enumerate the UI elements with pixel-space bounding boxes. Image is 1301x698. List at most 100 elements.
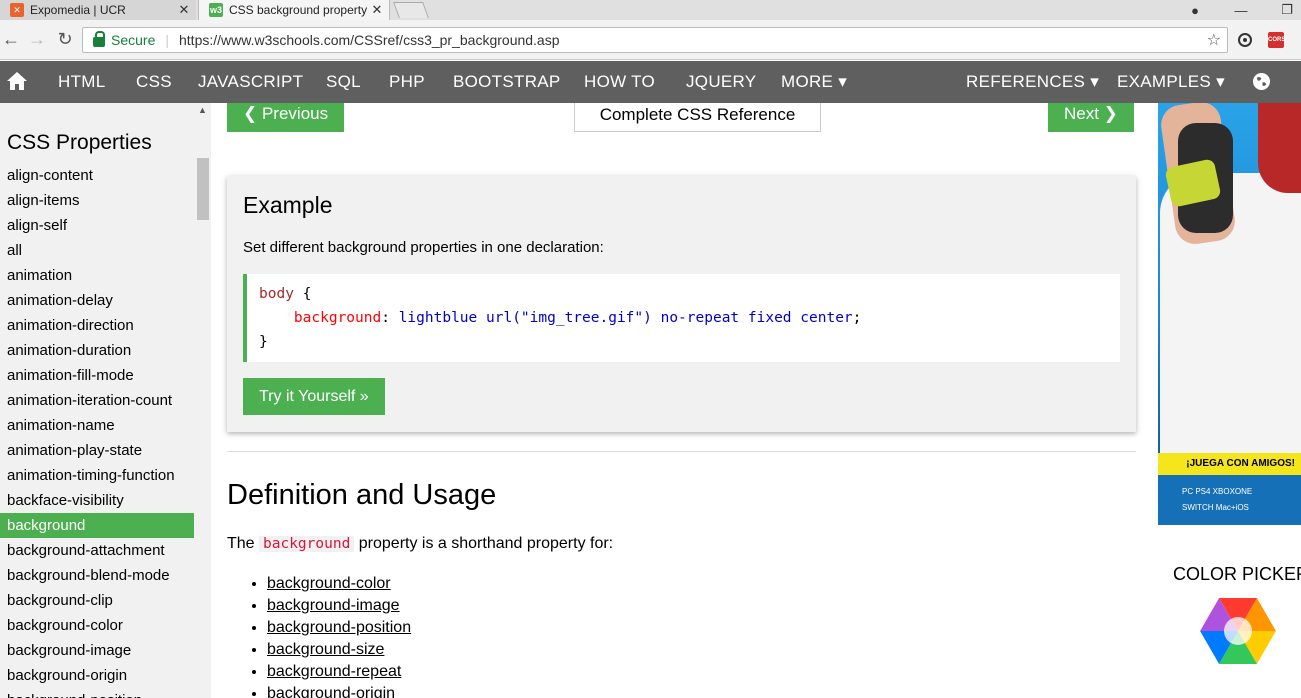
address-toolbar: ← → ↻ Secure | https://www.w3schools.com… [0, 20, 1301, 60]
sidebar-item[interactable]: align-items [0, 188, 194, 213]
definition-intro: The background property is a shorthand p… [227, 535, 613, 553]
secure-label: Secure [111, 32, 156, 48]
color-picker-title: COLOR PICKER [1173, 564, 1301, 584]
sidebar-item[interactable]: background-image [0, 638, 194, 663]
sidebar-scrollbar[interactable]: ▲ [195, 103, 211, 698]
sidebar: CSS Properties align-content align-items… [0, 103, 211, 698]
sidebar-item[interactable]: all [0, 238, 194, 263]
close-tab-icon[interactable]: ✕ [369, 2, 385, 18]
scroll-up-arrow-icon[interactable]: ▲ [198, 105, 207, 115]
profile-icon[interactable]: ● [1180, 0, 1210, 20]
sidebar-item[interactable]: animation-timing-function [0, 463, 194, 488]
browser-tab-bar: ✕ Expomedia | UCR ✕ w3 CSS background pr… [0, 0, 1301, 20]
close-tab-icon[interactable]: ✕ [176, 2, 192, 18]
browser-tab-expomedia[interactable]: ✕ Expomedia | UCR ✕ [0, 0, 196, 20]
shorthand-property-list: background-color background-image backgr… [267, 573, 411, 698]
try-it-yourself-button[interactable]: Try it Yourself » [243, 378, 385, 415]
code-example: body { background: lightblue url("img_tr… [243, 274, 1120, 362]
complete-css-reference-button[interactable]: Complete CSS Reference [574, 103, 821, 132]
example-box: Example Set different background propert… [227, 176, 1136, 432]
reload-icon[interactable]: ↻ [54, 29, 76, 50]
sidebar-item[interactable]: animation-iteration-count [0, 388, 194, 413]
code-semicolon: ; [852, 310, 862, 326]
ad-banner-text: ¡JUEGA CON AMIGOS! [1158, 453, 1301, 475]
sidebar-item[interactable]: background-color [0, 613, 194, 638]
sidebar-item[interactable]: align-self [0, 213, 194, 238]
sidebar-item[interactable]: animation-fill-mode [0, 363, 194, 388]
nav-sql[interactable]: SQL [326, 61, 361, 103]
sidebar-item[interactable]: animation [0, 263, 194, 288]
lock-icon [93, 31, 105, 47]
address-separator: | [165, 32, 169, 48]
home-icon[interactable] [6, 71, 28, 91]
link-background-repeat[interactable]: background-repeat [267, 663, 401, 680]
list-item: background-origin [267, 683, 411, 698]
nav-how-to[interactable]: HOW TO [584, 61, 655, 103]
browser-tab-w3schools[interactable]: w3 CSS background property ✕ [198, 0, 390, 20]
nav-php[interactable]: PHP [389, 61, 425, 103]
nav-javascript[interactable]: JAVASCRIPT [198, 61, 303, 103]
cors-extension-icon[interactable]: CORS [1268, 32, 1285, 48]
url-text[interactable]: https://www.w3schools.com/CSSref/css3_pr… [179, 32, 560, 48]
nav-bootstrap[interactable]: BOOTSTRAP [453, 61, 561, 103]
tab-title: Expomedia | UCR [30, 3, 126, 17]
main-content: ❮ Previous Complete CSS Reference Next ❯… [211, 103, 1156, 698]
sidebar-item[interactable]: backface-visibility [0, 488, 194, 513]
advertisement[interactable]: ¡JUEGA CON AMIGOS! PC PS4 XBOXONE SWITCH… [1158, 103, 1301, 525]
link-background-size[interactable]: background-size [267, 641, 384, 658]
definition-heading: Definition and Usage [227, 479, 497, 511]
ad-platforms-row1: PC PS4 XBOXONE [1182, 487, 1253, 496]
nav-references[interactable]: REFERENCES ▾ [966, 61, 1099, 103]
maximize-icon[interactable]: ❐ [1272, 0, 1301, 20]
link-background-origin[interactable]: background-origin [267, 685, 395, 698]
nav-examples[interactable]: EXAMPLES ▾ [1117, 61, 1225, 103]
nav-jquery[interactable]: JQUERY [686, 61, 756, 103]
link-background-position[interactable]: background-position [267, 619, 411, 636]
ad-platforms: PC PS4 XBOXONE SWITCH Mac+iOS [1158, 475, 1301, 525]
link-background-color[interactable]: background-color [267, 575, 391, 592]
color-picker-icon[interactable] [1199, 597, 1277, 665]
list-item: background-color [267, 573, 411, 595]
intro-text-start: The [227, 535, 260, 552]
sidebar-item[interactable]: animation-play-state [0, 438, 194, 463]
link-background-image[interactable]: background-image [267, 597, 400, 614]
intro-keyword: background [259, 536, 355, 552]
expomedia-favicon-icon: ✕ [10, 3, 24, 17]
sidebar-scrollbar-thumb[interactable] [197, 158, 209, 220]
sidebar-item-active[interactable]: background [0, 513, 194, 538]
sidebar-item[interactable]: align-content [0, 163, 194, 188]
sidebar-item[interactable]: background-attachment [0, 538, 194, 563]
sidebar-item[interactable]: animation-direction [0, 313, 194, 338]
sidebar-item[interactable]: background-position [0, 688, 194, 698]
list-item: background-position [267, 617, 411, 639]
ad-character-mask [1258, 103, 1301, 193]
forward-icon[interactable]: → [26, 29, 48, 50]
code-colon: : [381, 310, 399, 326]
code-property: background [293, 310, 382, 326]
minimize-icon[interactable]: — [1226, 0, 1256, 20]
sidebar-item[interactable]: animation-name [0, 413, 194, 438]
extension-icon[interactable] [1237, 32, 1253, 48]
back-icon[interactable]: ← [0, 29, 22, 50]
nav-more[interactable]: MORE ▾ [781, 61, 847, 103]
bookmark-star-icon[interactable]: ☆ [1207, 30, 1221, 50]
nav-css[interactable]: CSS [136, 61, 172, 103]
address-bar[interactable]: Secure | https://www.w3schools.com/CSSre… [82, 27, 1228, 53]
tab-title: CSS background property [229, 3, 368, 17]
sidebar-item[interactable]: background-origin [0, 663, 194, 688]
previous-button[interactable]: ❮ Previous [227, 103, 345, 132]
intro-text-end: property is a shorthand property for: [354, 535, 614, 552]
nav-html[interactable]: HTML [58, 61, 105, 103]
new-tab-button[interactable] [393, 2, 429, 18]
sidebar-item[interactable]: animation-delay [0, 288, 194, 313]
code-open-brace: { [293, 286, 312, 302]
sidebar-item[interactable]: animation-duration [0, 338, 194, 363]
site-top-nav: HTML CSS JAVASCRIPT SQL PHP BOOTSTRAP HO… [0, 61, 1301, 103]
sidebar-item[interactable]: background-clip [0, 588, 194, 613]
list-item: background-image [267, 595, 411, 617]
sidebar-title: CSS Properties [7, 131, 152, 154]
sidebar-item[interactable]: background-blend-mode [0, 563, 194, 588]
sidebar-list: align-content align-items align-self all… [0, 163, 194, 698]
next-button[interactable]: Next ❯ [1048, 103, 1134, 132]
globe-icon[interactable] [1252, 72, 1271, 91]
